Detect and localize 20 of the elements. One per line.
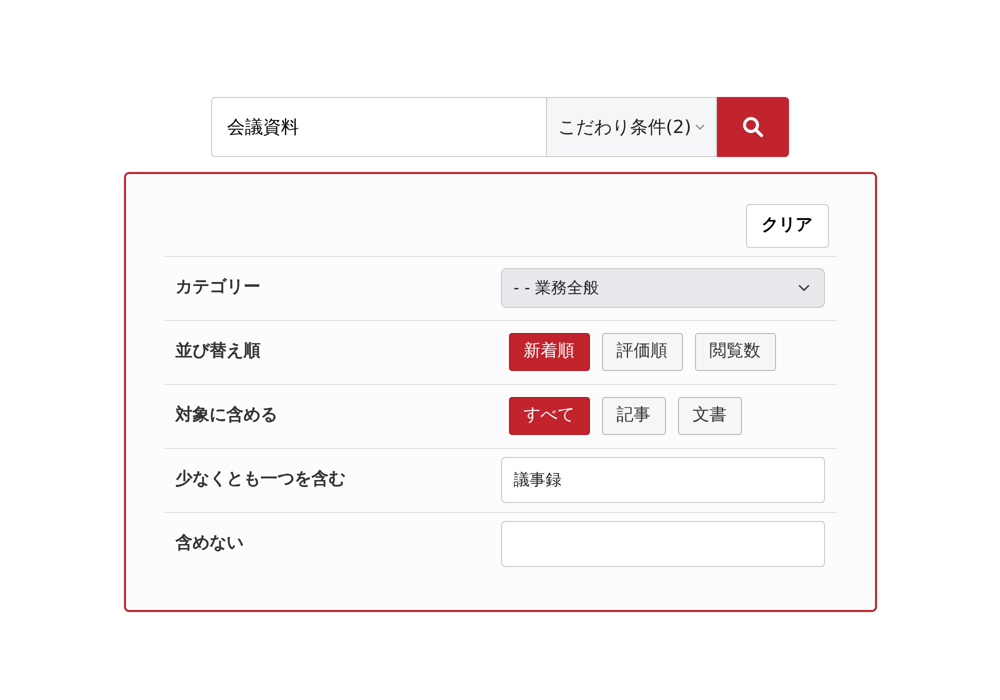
toggle-option[interactable]: 新着順 [508,333,590,371]
search-field[interactable]: 会議資料 [211,97,546,157]
text-field[interactable] [500,521,824,567]
filter-dropdown[interactable]: こだわり条件(2) [546,97,717,157]
toggle-option[interactable]: 文書 [678,397,742,435]
toggle-option[interactable]: 閲覧数 [694,333,776,371]
field-label: カテゴリー [176,276,262,300]
toggle-option[interactable]: すべて [508,397,590,435]
chevron-icon [695,124,706,130]
search-icon [742,116,764,138]
clear-button[interactable]: クリア [746,204,828,248]
toggle-option[interactable]: 評価順 [602,333,682,371]
field-label: 少なくとも一つを含む [176,468,346,492]
toggle-option[interactable]: 記事 [602,397,666,435]
field-label: 対象に含める [176,404,278,428]
field-label: 含めない [176,532,244,556]
category-select[interactable]: - - 業務全般 [500,268,824,308]
search-button[interactable] [717,97,789,157]
text-field[interactable]: 議事録 [500,457,824,503]
field-label: 並び替え順 [176,340,262,364]
